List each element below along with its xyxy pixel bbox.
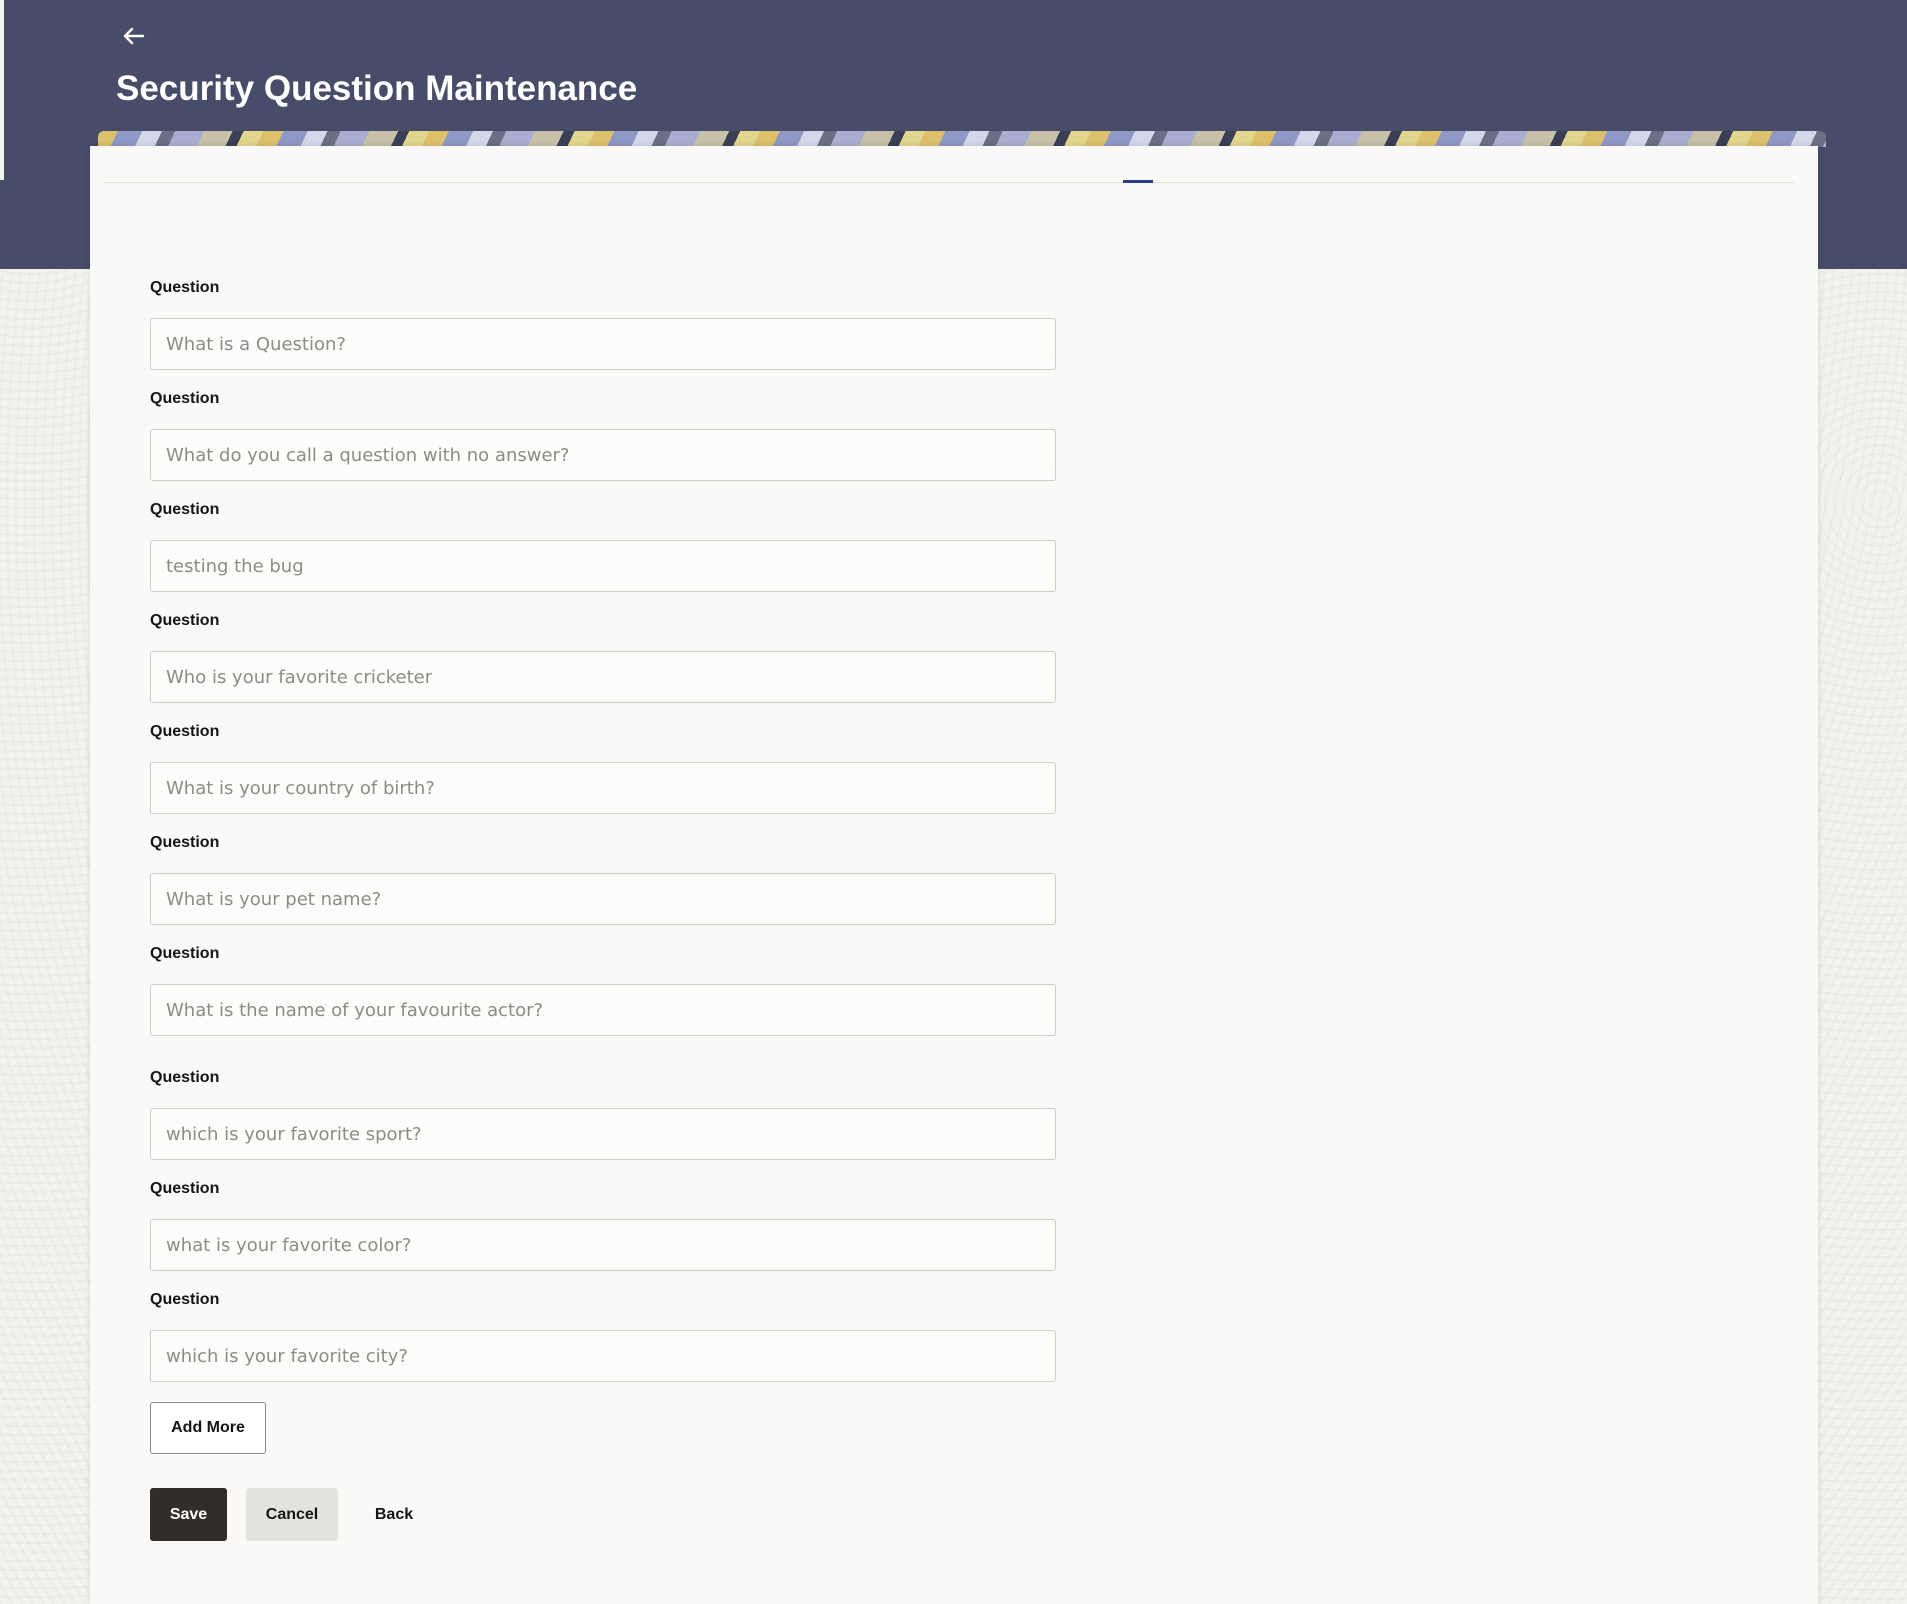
question-input-8[interactable] xyxy=(150,1108,1056,1160)
question-label: Question xyxy=(150,834,220,851)
question-input-7[interactable] xyxy=(150,984,1056,1036)
question-input-3[interactable] xyxy=(150,540,1056,592)
question-label: Question xyxy=(150,390,220,407)
question-label: Question xyxy=(150,1291,220,1308)
back-button[interactable]: Back xyxy=(358,1488,430,1541)
arrow-left-icon[interactable] xyxy=(122,18,154,54)
question-label: Question xyxy=(150,723,220,740)
question-label: Question xyxy=(150,1180,220,1197)
form-card: Question Question Question Question Ques… xyxy=(90,146,1818,1604)
cancel-button[interactable]: Cancel xyxy=(246,1488,338,1541)
question-label: Question xyxy=(150,279,220,296)
question-input-9[interactable] xyxy=(150,1219,1056,1271)
page-title: Security Question Maintenance xyxy=(116,69,638,108)
question-input-2[interactable] xyxy=(150,429,1056,481)
question-label: Question xyxy=(150,612,220,629)
save-button[interactable]: Save xyxy=(150,1488,227,1541)
question-label: Question xyxy=(150,501,220,518)
tab-divider xyxy=(104,182,1794,183)
question-input-10[interactable] xyxy=(150,1330,1056,1382)
question-input-4[interactable] xyxy=(150,651,1056,703)
question-input-1[interactable] xyxy=(150,318,1056,370)
tab-indicator xyxy=(1123,180,1153,183)
header-edge xyxy=(0,0,4,180)
decorative-banner xyxy=(98,131,1826,147)
question-label: Question xyxy=(150,1069,220,1086)
question-label: Question xyxy=(150,945,220,962)
add-more-button[interactable]: Add More xyxy=(150,1402,266,1454)
question-input-5[interactable] xyxy=(150,762,1056,814)
question-input-6[interactable] xyxy=(150,873,1056,925)
